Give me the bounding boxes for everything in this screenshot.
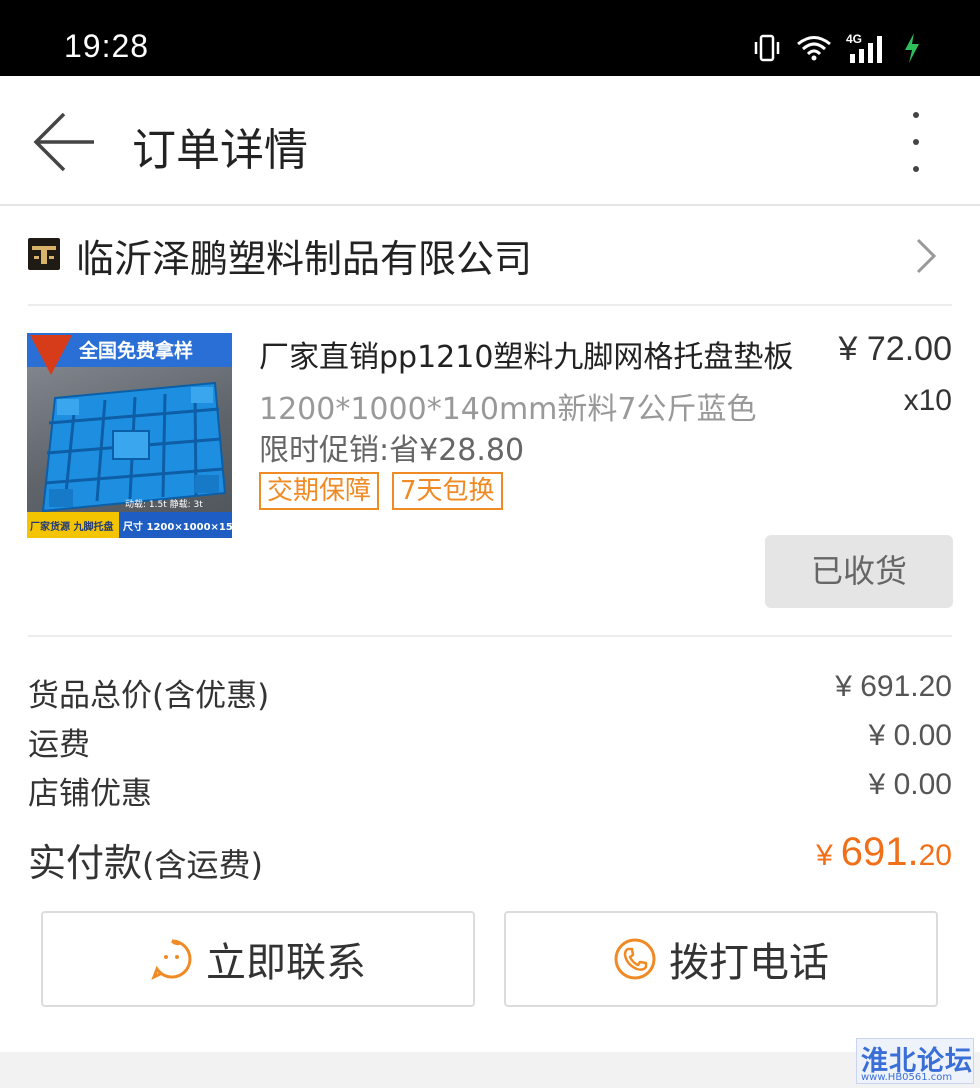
back-button[interactable] bbox=[28, 106, 100, 178]
chevron-right-icon bbox=[916, 238, 937, 274]
shop-logo-icon bbox=[28, 238, 60, 270]
product-price: ¥ 72.00 bbox=[838, 330, 952, 368]
image-footer-left-text: 厂家货源 九脚托盘 bbox=[30, 522, 114, 533]
divider bbox=[28, 635, 952, 637]
product-title[interactable]: 厂家直销pp1210塑料九脚网格托盘垫板 bbox=[259, 332, 793, 376]
call-phone-button[interactable]: 拨打电话 bbox=[504, 911, 938, 1007]
forum-watermark: 淮北论坛 www.HB0561.com bbox=[856, 1038, 974, 1084]
total-paid-label-main: 实付款 bbox=[28, 841, 143, 885]
summary-value-shipping: ¥ 0.00 bbox=[868, 719, 952, 752]
wifi-icon bbox=[797, 36, 831, 61]
divider bbox=[28, 304, 952, 306]
app-bar: 订单详情 bbox=[0, 76, 980, 206]
status-icons: 4G bbox=[752, 30, 922, 66]
total-dec: 20 bbox=[918, 839, 952, 872]
summary-label-shipping: 运费 bbox=[28, 727, 90, 763]
call-phone-label: 拨打电话 bbox=[669, 940, 829, 986]
summary-label-shop-discount: 店铺优惠 bbox=[28, 776, 152, 812]
contact-now-label: 立即联系 bbox=[206, 940, 366, 986]
summary-value-goods-total: ¥ 691.20 bbox=[835, 670, 952, 703]
product-image[interactable]: 全国免费拿样 动载: 1.5t 静载: 3t 厂家货源 九脚托盘 尺寸 1200… bbox=[27, 333, 232, 538]
shop-row[interactable]: 临沂泽鹏塑料制品有限公司 bbox=[0, 208, 980, 304]
total-paid-label-paren: (含运费) bbox=[142, 846, 263, 884]
total-int: 691. bbox=[840, 830, 919, 874]
contact-now-button[interactable]: 立即联系 bbox=[41, 911, 475, 1007]
charging-icon bbox=[905, 33, 919, 63]
image-footer: 厂家货源 九脚托盘 尺寸 1200×1000×150mm bbox=[27, 512, 232, 538]
tag-7day-exchange: 7天包换 bbox=[392, 472, 503, 510]
more-vertical-icon[interactable] bbox=[896, 106, 936, 178]
product-spec: 1200*1000*140mm新料7公斤蓝色 bbox=[259, 392, 757, 427]
signal-icon: 4G bbox=[846, 32, 888, 64]
vibrate-icon bbox=[754, 34, 780, 62]
chat-face-icon bbox=[151, 939, 192, 981]
page-title: 订单详情 bbox=[132, 125, 308, 176]
bottom-strip bbox=[0, 1052, 980, 1088]
product-promo: 限时促销:省¥28.80 bbox=[259, 433, 525, 468]
summary-value-shop-discount: ¥ 0.00 bbox=[868, 768, 952, 801]
phone-icon bbox=[614, 938, 656, 980]
image-banner-text: 全国免费拿样 bbox=[79, 340, 194, 362]
shop-name: 临沂泽鹏塑料制品有限公司 bbox=[76, 237, 533, 281]
status-time: 19:28 bbox=[64, 28, 150, 64]
summary-label-goods-total: 货品总价(含优惠) bbox=[28, 678, 270, 714]
status-bar: 19:28 4G bbox=[0, 0, 980, 76]
total-paid-label: 实付款(含运费) bbox=[28, 832, 263, 887]
total-paid-value: ¥691.20 bbox=[816, 830, 952, 875]
received-button[interactable]: 已收货 bbox=[765, 535, 953, 608]
image-footer-right-text: 尺寸 1200×1000×150mm bbox=[123, 522, 232, 533]
tag-delivery-guarantee: 交期保障 bbox=[259, 472, 380, 510]
image-load-text: 动载: 1.5t 静载: 3t bbox=[125, 500, 203, 510]
total-currency: ¥ bbox=[816, 839, 833, 872]
watermark-sub: www.HB0561.com bbox=[861, 1072, 953, 1083]
back-arrow-icon bbox=[33, 112, 94, 172]
product-quantity: x10 bbox=[903, 384, 952, 417]
